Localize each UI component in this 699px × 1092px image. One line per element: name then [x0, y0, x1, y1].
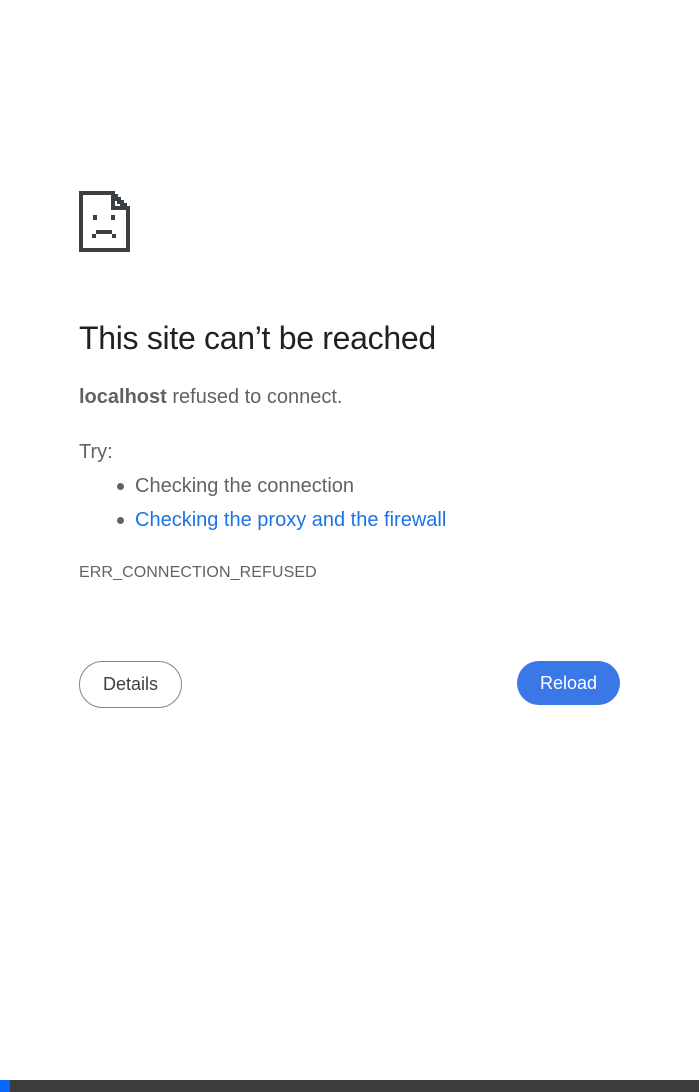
suggestions-list: Checking the connection Checking the pro… — [79, 469, 446, 537]
error-headline: This site can’t be reached — [79, 320, 436, 356]
suggestion-check-connection: Checking the connection — [79, 469, 446, 503]
reload-button[interactable]: Reload — [517, 661, 620, 705]
suggestion-check-proxy: Checking the proxy and the firewall — [79, 503, 446, 537]
error-summary: localhost refused to connect. — [79, 383, 342, 411]
sad-page-icon — [79, 191, 130, 252]
details-button[interactable]: Details — [79, 661, 182, 708]
error-summary-text: refused to connect. — [166, 386, 343, 408]
error-icon-wrapper — [79, 191, 131, 252]
error-host: localhost — [79, 386, 167, 408]
error-code: ERR_CONNECTION_REFUSED — [79, 564, 317, 581]
suggestion-check-connection-text: Checking the connection — [135, 475, 355, 497]
bottom-taskbar-accent — [0, 1080, 10, 1092]
check-proxy-firewall-link[interactable]: Checking the proxy and the firewall — [135, 509, 446, 531]
bottom-taskbar — [0, 1080, 699, 1092]
try-label: Try: — [79, 441, 113, 463]
